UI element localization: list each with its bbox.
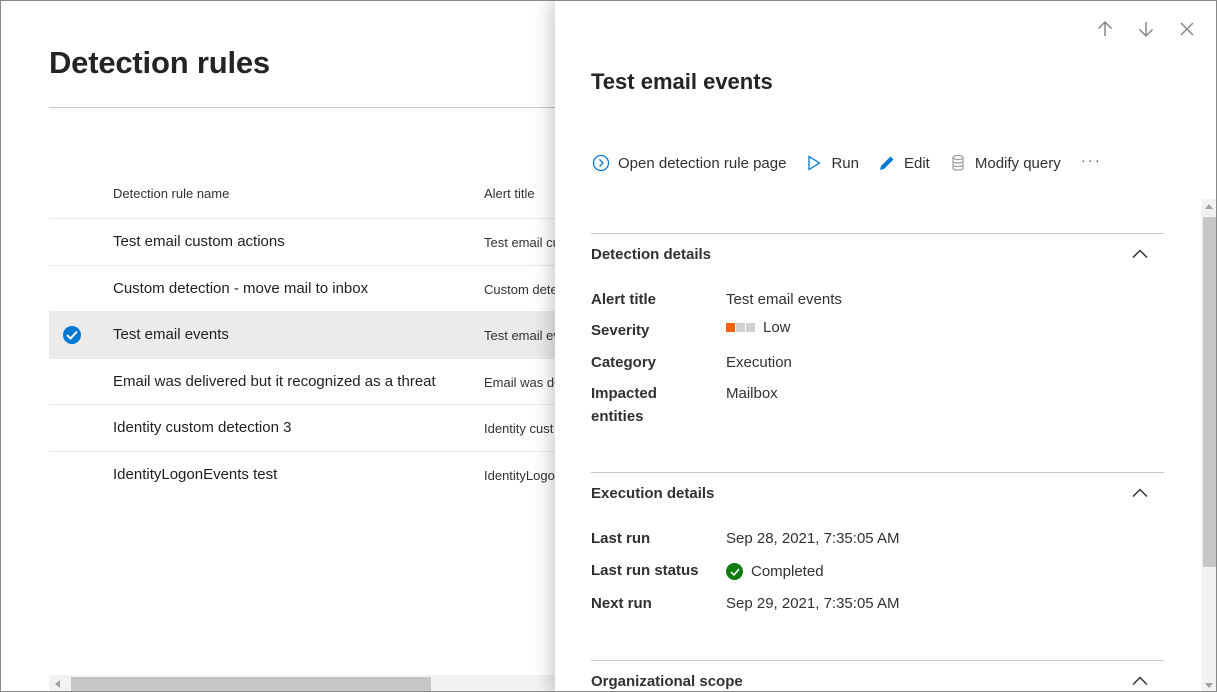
rule-name: Test email events <box>113 326 229 343</box>
arrow-up-icon[interactable] <box>1093 17 1116 40</box>
database-icon <box>948 153 968 173</box>
alert-title-label: Alert title <box>591 291 657 308</box>
impacted-entities-label-line1: Impacted <box>591 385 657 402</box>
chevron-circle-icon <box>591 153 611 173</box>
modify-query-button[interactable]: Modify query <box>948 151 1061 175</box>
last-run-label: Last run <box>591 530 651 547</box>
title-divider <box>49 107 569 108</box>
impacted-entities-label-line2: entities <box>591 408 644 425</box>
severity-label: Severity <box>591 322 650 339</box>
column-header-alert-title[interactable]: Alert title <box>484 186 535 201</box>
run-label: Run <box>831 154 859 172</box>
rule-alert-title: IdentityLogo <box>484 467 555 483</box>
last-run-status-label: Last run status <box>591 562 699 579</box>
next-run-value: Sep 29, 2021, 7:35:05 AM <box>726 595 900 612</box>
chevron-up-icon[interactable] <box>1132 248 1148 260</box>
alert-title-value: Test email events <box>726 291 842 308</box>
table-row-selected[interactable]: Test email events Test email ev <box>49 311 569 358</box>
more-options-icon[interactable]: ··· <box>1081 152 1102 169</box>
rule-alert-title: Identity cust <box>484 421 554 436</box>
execution-details-heading[interactable]: Execution details <box>591 485 714 502</box>
table-row[interactable]: Test email custom actions Test email cu <box>49 218 569 265</box>
table-row[interactable]: Custom detection - move mail to inbox Cu… <box>49 264 569 312</box>
category-label: Category <box>591 354 657 371</box>
rule-alert-title: Custom dete <box>484 281 556 297</box>
panel-title: Test email events <box>591 69 773 94</box>
table-row[interactable]: Identity custom detection 3 Identity cus… <box>49 404 569 451</box>
scrollbar-thumb[interactable] <box>1203 217 1216 567</box>
rule-alert-title: Test email cu <box>484 235 556 250</box>
modify-query-label: Modify query <box>974 154 1061 172</box>
detection-details-section: Detection details Alert title Test email… <box>591 233 1164 471</box>
detection-details-heading[interactable]: Detection details <box>591 246 711 263</box>
scroll-left-icon[interactable] <box>55 680 60 688</box>
app-window: Detection rules Detection rule name Aler… <box>0 0 1217 692</box>
horizontal-scrollbar[interactable] <box>49 675 569 691</box>
chevron-up-icon[interactable] <box>1132 675 1148 687</box>
checkmark-circle-icon <box>726 563 743 580</box>
execution-details-section: Execution details Last run Sep 28, 2021,… <box>591 472 1164 660</box>
rules-table: Test email custom actions Test email cu … <box>49 218 569 497</box>
column-header-name[interactable]: Detection rule name <box>113 186 229 201</box>
rule-name: IdentityLogonEvents test <box>113 465 278 483</box>
rule-name: Email was delivered but it recognized as… <box>113 372 436 390</box>
details-panel: Test email events Open detection rule pa… <box>555 1 1216 691</box>
edit-button[interactable]: Edit <box>877 151 930 175</box>
last-run-status-value: Completed <box>726 560 824 583</box>
vertical-scrollbar[interactable] <box>1201 199 1216 691</box>
rule-name: Test email custom actions <box>113 233 285 250</box>
open-detection-rule-page-label: Open detection rule page <box>618 154 787 172</box>
scroll-up-icon[interactable] <box>1205 204 1213 209</box>
table-row[interactable]: Email was delivered but it recognized as… <box>49 357 569 405</box>
chevron-up-icon[interactable] <box>1132 487 1148 499</box>
run-button[interactable]: Run <box>804 151 859 175</box>
next-run-label: Next run <box>591 595 652 612</box>
rule-alert-title: Test email ev <box>484 328 556 343</box>
open-detection-rule-page-button[interactable]: Open detection rule page <box>591 151 786 175</box>
rule-alert-title: Email was de <box>484 374 556 390</box>
panel-nav <box>1093 17 1198 40</box>
edit-label: Edit <box>904 154 930 172</box>
severity-text: Low <box>763 319 791 336</box>
impacted-entities-value: Mailbox <box>726 385 778 402</box>
scroll-down-icon[interactable] <box>1205 683 1213 688</box>
scrollbar-thumb[interactable] <box>71 677 431 691</box>
pencil-icon <box>877 153 897 173</box>
organizational-scope-section: Organizational scope <box>591 660 1164 691</box>
severity-value: Low <box>726 316 791 339</box>
arrow-down-icon[interactable] <box>1134 17 1157 40</box>
play-icon <box>804 153 824 173</box>
panel-toolbar: Open detection rule page Run Edit Modify… <box>591 151 1102 175</box>
row-selected-check-icon[interactable] <box>63 326 81 344</box>
status-text: Completed <box>751 563 824 580</box>
category-value: Execution <box>726 354 792 371</box>
organizational-scope-heading[interactable]: Organizational scope <box>591 673 743 690</box>
close-icon[interactable] <box>1175 17 1198 40</box>
severity-low-icon <box>726 323 755 332</box>
rule-name: Custom detection - move mail to inbox <box>113 279 369 297</box>
rule-name: Identity custom detection 3 <box>113 419 292 436</box>
last-run-value: Sep 28, 2021, 7:35:05 AM <box>726 530 900 547</box>
table-row[interactable]: IdentityLogonEvents test IdentityLogo <box>49 450 569 498</box>
page-title: Detection rules <box>49 45 270 80</box>
